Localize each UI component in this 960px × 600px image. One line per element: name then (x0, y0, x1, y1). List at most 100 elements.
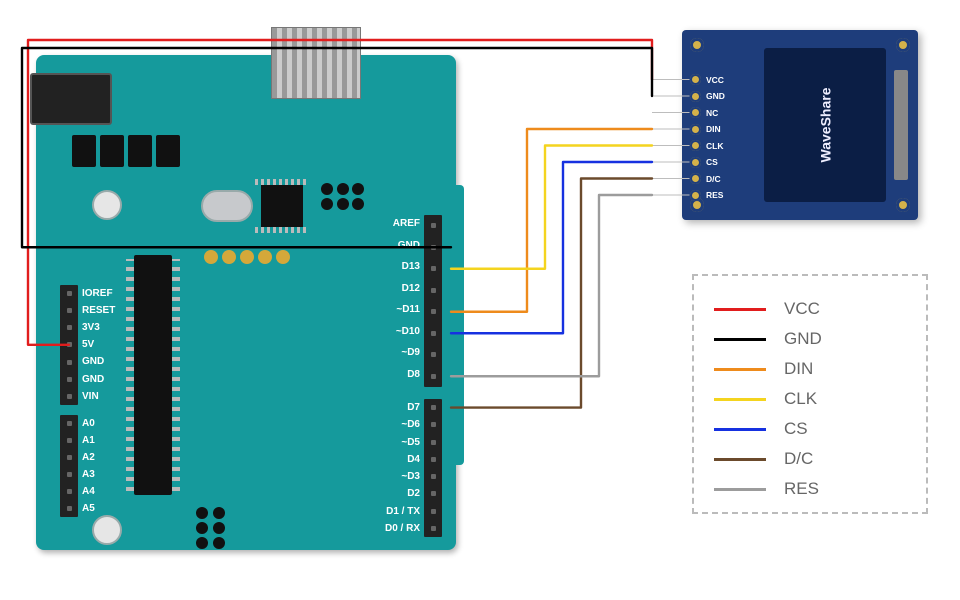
solder-pad-icon (690, 107, 701, 118)
pin-D13 (424, 258, 442, 280)
pin-label: D7 (407, 402, 420, 413)
display-pin-DC: D/C (690, 171, 725, 186)
display-pin-label: VCC (706, 75, 724, 85)
icsp-header-1 (321, 183, 365, 210)
analog-header: A0A1A2A3A4A5 (60, 415, 78, 517)
pin-label: ~D5 (401, 437, 420, 448)
pin-A2 (60, 449, 78, 466)
display-pin-label: GND (706, 91, 725, 101)
usb-port (30, 73, 112, 125)
atmega-mcu (134, 255, 172, 495)
legend-row-VCC: VCC (714, 294, 906, 324)
pin-GND (60, 371, 78, 388)
wire-CLK (451, 146, 652, 269)
pin-label: A2 (82, 452, 95, 463)
mount-hole-icon (896, 198, 910, 212)
display-pin-label: D/C (706, 174, 721, 184)
legend-label: CLK (784, 389, 817, 409)
legend-color-swatch (714, 338, 766, 341)
pin-D12 (424, 280, 442, 302)
display-screen: WaveShare (764, 48, 886, 202)
legend-row-CS: CS (714, 414, 906, 444)
display-pin-RES: RES (690, 188, 725, 203)
pin-label: ~D6 (401, 419, 420, 430)
display-pin-label: RES (706, 190, 723, 200)
legend-label: GND (784, 329, 822, 349)
voltage-regulator-heatsink (271, 27, 361, 99)
legend-label: RES (784, 479, 819, 499)
legend-row-RES: RES (714, 474, 906, 504)
pin-RESET (60, 302, 78, 319)
legend-row-CLK: CLK (714, 384, 906, 414)
pin-label: GND (82, 356, 104, 367)
digital-header-low: D7~D6~D5D4~D3D2D1 / TXD0 / RX (424, 399, 442, 537)
legend-color-swatch (714, 368, 766, 371)
pin-3V3 (60, 319, 78, 336)
solder-pads (204, 250, 290, 264)
pin-A1 (60, 432, 78, 449)
display-pin-DIN: DIN (690, 122, 725, 137)
pin-D8 (424, 366, 442, 388)
pin-label: D2 (407, 488, 420, 499)
display-brand-label: WaveShare (817, 88, 833, 163)
solder-pad-icon (690, 74, 701, 85)
display-pin-VCC: VCC (690, 72, 725, 87)
pin-AREF (424, 215, 442, 237)
pin-label: A1 (82, 435, 95, 446)
pin-A3 (60, 466, 78, 483)
crystal-oscillator (201, 190, 253, 222)
display-pin-GND: GND (690, 89, 725, 104)
pin-label: VIN (82, 391, 99, 402)
pin-label: 3V3 (82, 322, 100, 333)
pin-label: IOREF (82, 288, 113, 299)
legend-label: VCC (784, 299, 820, 319)
pin-IOREF (60, 285, 78, 302)
wire-RES (451, 195, 652, 376)
pin-label: D12 (402, 283, 420, 294)
pin-D6 (424, 416, 442, 433)
display-pin-label: DIN (706, 124, 721, 134)
wire-DIN (451, 129, 652, 312)
solder-pad-icon (690, 140, 701, 151)
display-pin-label: CLK (706, 141, 723, 151)
display-pin-label: CS (706, 157, 718, 167)
pin-D10 (424, 323, 442, 345)
pin-A0 (60, 415, 78, 432)
pin-label: ~D9 (401, 347, 420, 358)
pin-A5 (60, 500, 78, 517)
pin-GND (60, 354, 78, 371)
pin-D0RX (424, 520, 442, 537)
solder-pad-icon (690, 157, 701, 168)
pin-D3 (424, 468, 442, 485)
pin-label: D13 (402, 261, 420, 272)
power-header: IOREFRESET3V35VGNDGNDVIN (60, 285, 78, 405)
flex-connector (894, 70, 908, 180)
solder-pad-icon (690, 124, 701, 135)
pin-D9 (424, 344, 442, 366)
pin-label: A0 (82, 418, 95, 429)
mount-hole-icon (896, 38, 910, 52)
legend-row-DIN: DIN (714, 354, 906, 384)
wire-DC (451, 179, 652, 408)
pin-label: AREF (393, 218, 420, 229)
pin-D7 (424, 399, 442, 416)
wire-CS (451, 162, 652, 333)
pin-label: A4 (82, 486, 95, 497)
pin-label: ~D10 (396, 326, 420, 337)
legend-row-DC: D/C (714, 444, 906, 474)
pin-D5 (424, 434, 442, 451)
pin-GND (424, 237, 442, 259)
arduino-board: IOREFRESET3V35VGNDGNDVIN A0A1A2A3A4A5 AR… (36, 55, 456, 550)
pin-label: ~D11 (396, 304, 420, 315)
pin-label: 5V (82, 339, 94, 350)
pin-label: D1 / TX (386, 506, 420, 517)
icsp-header-2 (196, 507, 226, 549)
pin-A4 (60, 483, 78, 500)
legend-label: DIN (784, 359, 813, 379)
pin-label: RESET (82, 305, 115, 316)
waveshare-display-module: WaveShare VCCGNDNCDINCLKCSD/CRES (682, 30, 918, 220)
pin-label: A3 (82, 469, 95, 480)
pin-label: ~D3 (401, 471, 420, 482)
reset-button-icon (92, 190, 122, 220)
legend-color-swatch (714, 308, 766, 311)
